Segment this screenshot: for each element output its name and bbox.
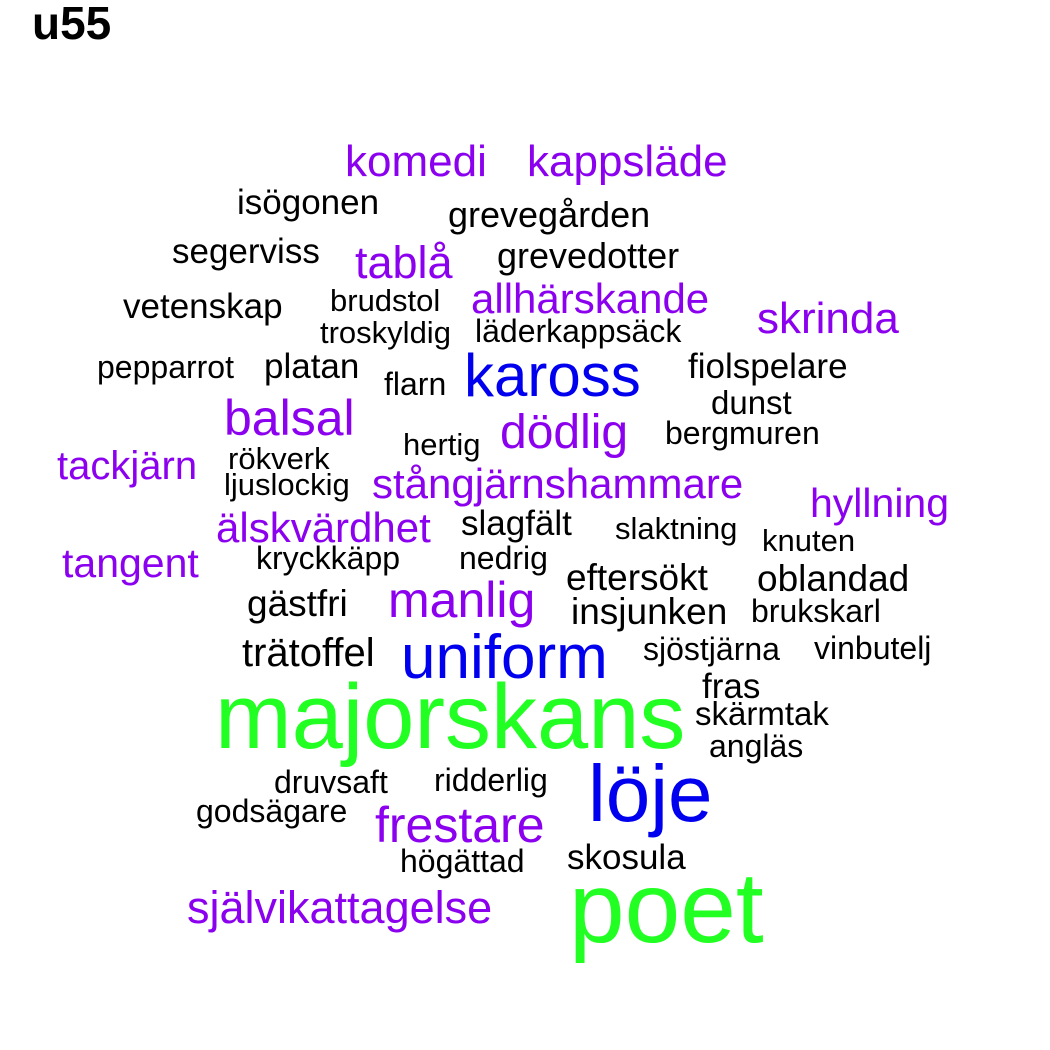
word-30: slaktning bbox=[615, 511, 738, 546]
word-27: hyllning bbox=[810, 480, 950, 526]
word-40: brukskarl bbox=[751, 593, 881, 629]
word-6: grevedotter bbox=[497, 235, 680, 276]
word-cloud: u55 komedi kappsläde isögonen grevegården se… bbox=[0, 0, 1050, 1050]
word-54: högättad bbox=[400, 843, 525, 879]
word-33: kryckkäpp bbox=[256, 540, 401, 576]
word-48: angläs bbox=[709, 728, 804, 764]
word-25: ljuslockig bbox=[224, 467, 350, 502]
word-21: hertig bbox=[403, 427, 481, 462]
word-50: ridderlig bbox=[434, 762, 548, 798]
word-22: bergmuren bbox=[665, 415, 820, 451]
word-36: oblandad bbox=[757, 558, 910, 599]
word-7: vetenskap bbox=[123, 287, 283, 326]
word-4: segerviss bbox=[172, 232, 320, 271]
cloud-title: u55 bbox=[32, 0, 112, 49]
word-29: slagfält bbox=[461, 504, 572, 543]
word-10: skrinda bbox=[757, 294, 899, 343]
word-13: pepparrot bbox=[97, 349, 234, 385]
word-15: flarn bbox=[384, 366, 447, 402]
word-34: nedrig bbox=[459, 540, 548, 576]
word-43: sjöstjärna bbox=[643, 631, 780, 667]
word-37: gästfri bbox=[247, 583, 348, 624]
word-11: troskyldig bbox=[320, 315, 451, 350]
word-2: isögonen bbox=[237, 183, 380, 222]
word-20: dödlig bbox=[500, 406, 629, 459]
word-16: kaross bbox=[464, 342, 641, 409]
word-23: tackjärn bbox=[57, 444, 198, 488]
word-8: brudstol bbox=[330, 283, 441, 318]
word-51: löje bbox=[588, 749, 713, 838]
word-44: vinbutelj bbox=[814, 630, 932, 666]
word-3: grevegården bbox=[448, 194, 651, 235]
word-38: manlig bbox=[388, 572, 536, 628]
word-52: godsägare bbox=[196, 793, 348, 829]
word-47: skärmtak bbox=[695, 695, 829, 732]
word-19: balsal bbox=[224, 390, 355, 446]
word-56: självikattagelse bbox=[187, 882, 493, 933]
word-57: poet bbox=[569, 852, 764, 964]
word-1: kappsläde bbox=[527, 137, 728, 186]
word-5: tablå bbox=[355, 237, 453, 288]
word-14: platan bbox=[264, 347, 360, 386]
word-31: knuten bbox=[762, 523, 856, 558]
word-0: komedi bbox=[345, 137, 487, 186]
word-26: stångjärnshammare bbox=[372, 460, 744, 507]
word-32: tangent bbox=[62, 540, 199, 586]
word-17: fiolspelare bbox=[688, 347, 848, 386]
